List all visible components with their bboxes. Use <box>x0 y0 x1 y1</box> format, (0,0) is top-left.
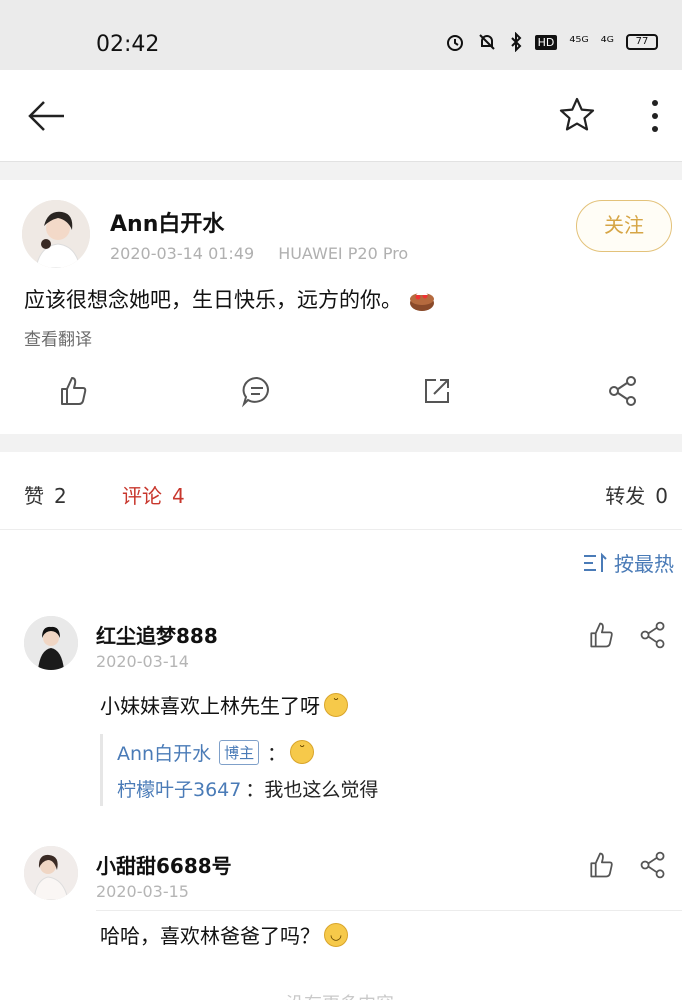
bluetooth-icon <box>510 32 521 52</box>
comment-share-icon[interactable] <box>638 620 668 650</box>
stats-bar: 赞2 评论 4 转发 0 <box>0 452 682 530</box>
commenter-name[interactable]: 小甜甜6688号 <box>96 850 232 879</box>
post-device: HUAWEI P20 Pro <box>278 244 409 263</box>
reply-text: ：我也这么觉得 <box>245 778 379 801</box>
status-time: 02:42 <box>96 32 160 57</box>
comment-share-icon[interactable] <box>638 850 668 880</box>
likes-label: 赞 <box>24 484 44 508</box>
commenter-name[interactable]: 红尘追梦888 <box>96 620 218 649</box>
more-options-icon[interactable] <box>640 96 670 136</box>
post-date: 2020-03-14 01:49 <box>110 244 255 263</box>
reply-thread[interactable]: Ann白开水 博主 ： ˘ 柠檬叶子3647 ：我也这么觉得 <box>100 734 660 806</box>
battery-icon: 77 <box>626 34 658 50</box>
post-content: 应该很想念她吧，生日快乐，远方的你。 <box>24 284 436 314</box>
comment-like-icon[interactable] <box>586 850 616 880</box>
author-avatar[interactable] <box>22 200 90 268</box>
comment-like-icon[interactable] <box>586 620 616 650</box>
reply-author[interactable]: Ann白开水 <box>117 739 211 766</box>
author-name[interactable]: Ann白开水 <box>110 206 224 238</box>
comment-text-body: 小妹妹喜欢上林先生了呀 <box>100 694 320 718</box>
comments-section: 按最热 红尘追梦888 2020-03-14 小妹妹喜欢上林先生了呀 ˘ Ann… <box>0 530 682 1000</box>
repost-icon[interactable] <box>420 374 454 408</box>
sort-label: 按最热 <box>614 552 674 576</box>
comment-text-body: 哈哈，喜欢林爸爸了吗？ <box>100 924 320 948</box>
comment-bubble-icon[interactable] <box>240 374 274 408</box>
mute-bell-icon <box>478 34 495 50</box>
reply-author[interactable]: 柠檬叶子3647 <box>117 775 241 802</box>
signal-2-icon: ⁴ᴳ <box>600 33 614 51</box>
forwards-count: 0 <box>655 484 668 508</box>
commenter-avatar[interactable] <box>24 616 78 670</box>
status-bar: 02:42 HD ⁴⁵ᴳ ⁴ᴳ 77 <box>0 0 682 70</box>
like-thumb-icon[interactable] <box>56 374 90 408</box>
signal-1-icon: ⁴⁵ᴳ <box>569 33 589 51</box>
grin-emoji-icon: ˘ <box>324 692 348 717</box>
laugh-emoji-icon: ◡ <box>324 922 348 947</box>
reply-item: Ann白开水 博主 ： ˘ <box>117 734 660 770</box>
status-icons: HD ⁴⁵ᴳ ⁴ᴳ 77 <box>445 32 658 52</box>
hd-icon: HD <box>534 34 558 50</box>
back-arrow-icon[interactable] <box>26 98 68 134</box>
share-icon[interactable] <box>606 374 640 408</box>
follow-button[interactable]: 关注 <box>576 200 672 252</box>
favorite-star-icon[interactable] <box>558 96 596 134</box>
no-more-hint: 没有更多内容 <box>286 990 394 1000</box>
cake-emoji-icon <box>410 289 434 311</box>
tab-forwards[interactable]: 转发 0 <box>605 480 668 509</box>
sort-button[interactable]: 按最热 <box>582 548 674 577</box>
comment-text: 哈哈，喜欢林爸爸了吗？ ◡ <box>100 920 348 949</box>
likes-count: 2 <box>54 484 67 508</box>
comment-date: 2020-03-14 <box>96 652 189 671</box>
post-card: Ann白开水 2020-03-14 01:49 HUAWEI P20 Pro 关… <box>0 180 682 434</box>
commenter-avatar[interactable] <box>24 846 78 900</box>
post-text: 应该很想念她吧，生日快乐，远方的你。 <box>24 288 402 312</box>
tab-likes[interactable]: 赞2 <box>24 480 67 509</box>
comments-label: 评论 <box>122 484 162 508</box>
reply-text: ： <box>267 742 287 765</box>
translate-link[interactable]: 查看翻译 <box>24 325 92 350</box>
comment-date: 2020-03-15 <box>96 882 189 901</box>
reply-item: 柠檬叶子3647 ：我也这么觉得 <box>117 770 660 806</box>
sort-icon <box>584 552 607 572</box>
alarm-icon <box>446 35 463 51</box>
app-bar <box>0 70 682 162</box>
comment-divider <box>96 910 682 911</box>
post-actions <box>0 366 682 416</box>
comments-count: 4 <box>172 484 185 508</box>
comment-text: 小妹妹喜欢上林先生了呀 ˘ <box>100 690 348 719</box>
tab-comments[interactable]: 评论 4 <box>122 480 185 509</box>
author-badge: 博主 <box>219 739 260 765</box>
shy-emoji-icon: ˘ <box>290 740 315 764</box>
forwards-label: 转发 <box>605 484 646 508</box>
post-meta: 2020-03-14 01:49 HUAWEI P20 Pro <box>110 244 408 263</box>
